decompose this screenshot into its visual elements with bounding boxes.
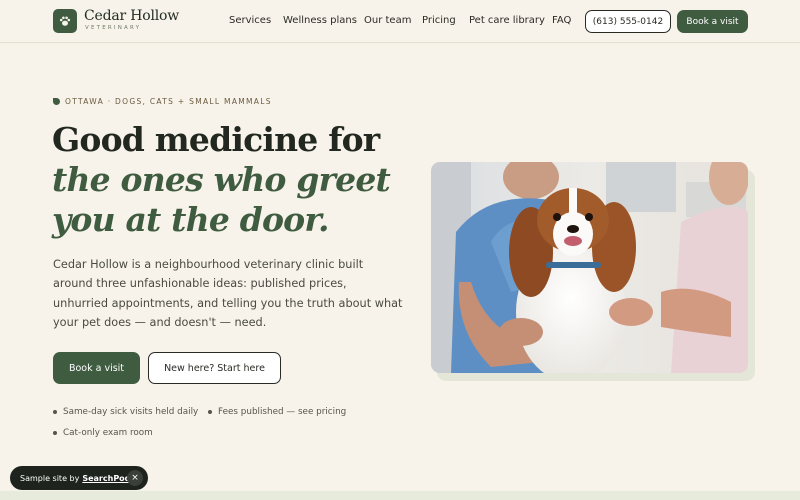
bullet-icon	[208, 410, 212, 414]
phone-button[interactable]: (613) 555-0142	[585, 10, 671, 33]
feature-text: Cat-only exam room	[63, 428, 153, 438]
leaf-icon	[53, 98, 60, 105]
nav-link-faq[interactable]: FAQ	[552, 15, 571, 26]
feature-item: Same-day sick visits held daily	[53, 407, 198, 417]
feature-item: Fees published — see pricing	[208, 407, 346, 417]
feature-item: Cat-only exam room	[53, 428, 153, 438]
close-icon[interactable]: ×	[127, 470, 143, 486]
hero-photo	[431, 162, 748, 373]
headline-line-1: Good medicine for	[52, 120, 380, 159]
brand-subtitle: VETERINARY	[85, 25, 142, 31]
nav-link-our-team[interactable]: Our team	[364, 15, 411, 26]
bullet-icon	[53, 431, 57, 435]
hero-description: Cedar Hollow is a neighbourhood veterina…	[53, 258, 403, 329]
start-here-button[interactable]: New here? Start here	[148, 352, 281, 384]
nav-link-pet-care-library[interactable]: Pet care library	[469, 15, 545, 26]
header-book-button[interactable]: Book a visit	[677, 10, 748, 33]
eyebrow-text: OTTAWA · DOGS, CATS + SMALL MAMMALS	[65, 97, 272, 106]
nav-link-wellness-plans[interactable]: Wellness plans	[283, 15, 357, 26]
site-header: Cedar Hollow VETERINARY Services Wellnes…	[0, 0, 800, 43]
toast-brand-link[interactable]: SearchPod	[82, 474, 130, 483]
paw-icon[interactable]	[53, 9, 77, 33]
brand-name[interactable]: Cedar Hollow	[84, 8, 179, 24]
hero-headline: Good medicine for the ones who greet you…	[52, 120, 412, 240]
hero-eyebrow: OTTAWA · DOGS, CATS + SMALL MAMMALS	[53, 97, 272, 106]
headline-line-2: the ones who greet	[52, 160, 391, 199]
feature-text: Fees published — see pricing	[218, 407, 347, 417]
nav-link-pricing[interactable]: Pricing	[422, 15, 456, 26]
next-section-band	[0, 491, 800, 500]
headline-line-3: you at the door.	[52, 200, 329, 239]
nav-link-services[interactable]: Services	[229, 15, 271, 26]
feature-text: Same-day sick visits held daily	[63, 407, 199, 417]
bullet-icon	[53, 410, 57, 414]
sample-site-toast: Sample site by SearchPod ×	[10, 466, 148, 490]
toast-prefix: Sample site by	[20, 473, 80, 483]
book-visit-button[interactable]: Book a visit	[53, 352, 140, 384]
